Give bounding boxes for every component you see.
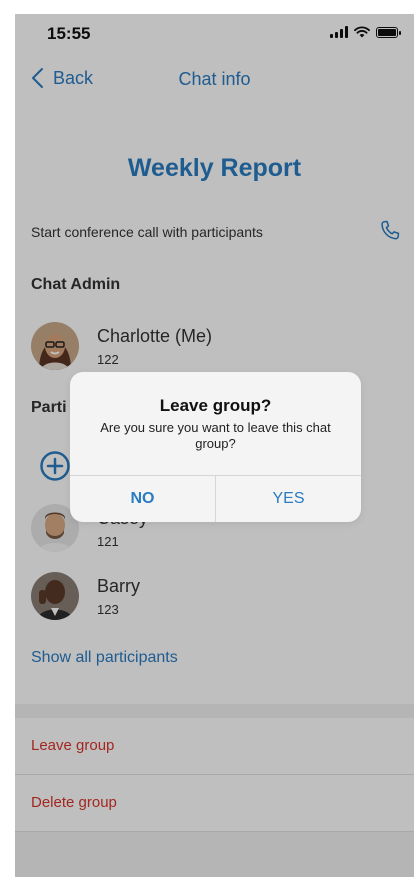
dialog-title: Leave group? bbox=[159, 396, 272, 415]
no-button[interactable]: NO bbox=[70, 476, 216, 522]
dialog-buttons: NO YES bbox=[70, 475, 361, 522]
yes-button[interactable]: YES bbox=[216, 476, 361, 522]
leave-group-dialog: Leave group? Are you sure you want to le… bbox=[70, 372, 361, 522]
phone-screen: 15:55 Back Chat info Weekly Report Start… bbox=[15, 14, 414, 877]
dialog-message: Are you sure you want to leave this chat… bbox=[100, 420, 331, 451]
